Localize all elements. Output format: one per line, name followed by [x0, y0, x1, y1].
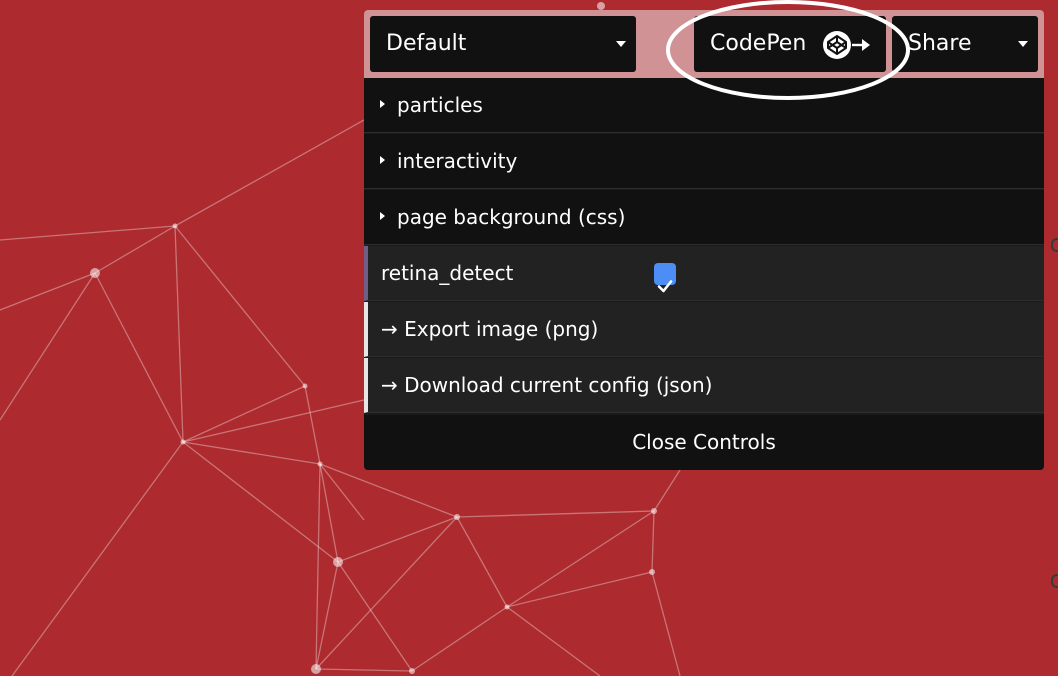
- folder-label: page background (css): [397, 205, 626, 229]
- folder-particles[interactable]: particles: [364, 78, 1044, 133]
- checkmark-icon: [657, 280, 673, 293]
- retina-detect-label: retina_detect: [381, 261, 514, 285]
- controls-panel: Default CodePen Share particles interact…: [364, 10, 1044, 470]
- caret-right-icon: [380, 212, 385, 220]
- codepen-button-label: CodePen: [710, 31, 807, 56]
- chevron-down-icon: [1018, 41, 1028, 47]
- download-config-label: → Download current config (json): [381, 373, 713, 397]
- panel-toolbar: Default CodePen Share: [364, 10, 1044, 78]
- caret-right-icon: [380, 156, 385, 164]
- retina-detect-row: retina_detect: [364, 246, 1044, 301]
- folder-label: interactivity: [397, 149, 518, 173]
- codepen-logo-icon: [823, 31, 870, 59]
- particles-canvas-page: Default CodePen Share particles interact…: [0, 0, 1058, 676]
- folder-label: particles: [397, 93, 483, 117]
- scroll-indicator: [1051, 238, 1058, 252]
- export-image-label: → Export image (png): [381, 317, 599, 341]
- close-controls-label: Close Controls: [632, 430, 776, 454]
- retina-detect-checkbox[interactable]: [654, 263, 676, 293]
- codepen-export-button[interactable]: CodePen: [694, 16, 886, 72]
- folder-interactivity[interactable]: interactivity: [364, 134, 1044, 189]
- preset-select-value: Default: [386, 31, 467, 56]
- caret-right-icon: [380, 100, 385, 108]
- download-config-button[interactable]: → Download current config (json): [364, 358, 1044, 413]
- share-select-value: Share: [908, 31, 972, 56]
- preset-select[interactable]: Default: [370, 16, 636, 72]
- share-select[interactable]: Share: [892, 16, 1038, 72]
- folder-page-background[interactable]: page background (css): [364, 190, 1044, 245]
- scroll-indicator: [1051, 574, 1058, 588]
- export-image-button[interactable]: → Export image (png): [364, 302, 1044, 357]
- close-controls-button[interactable]: Close Controls: [364, 415, 1044, 470]
- chevron-down-icon: [616, 41, 626, 47]
